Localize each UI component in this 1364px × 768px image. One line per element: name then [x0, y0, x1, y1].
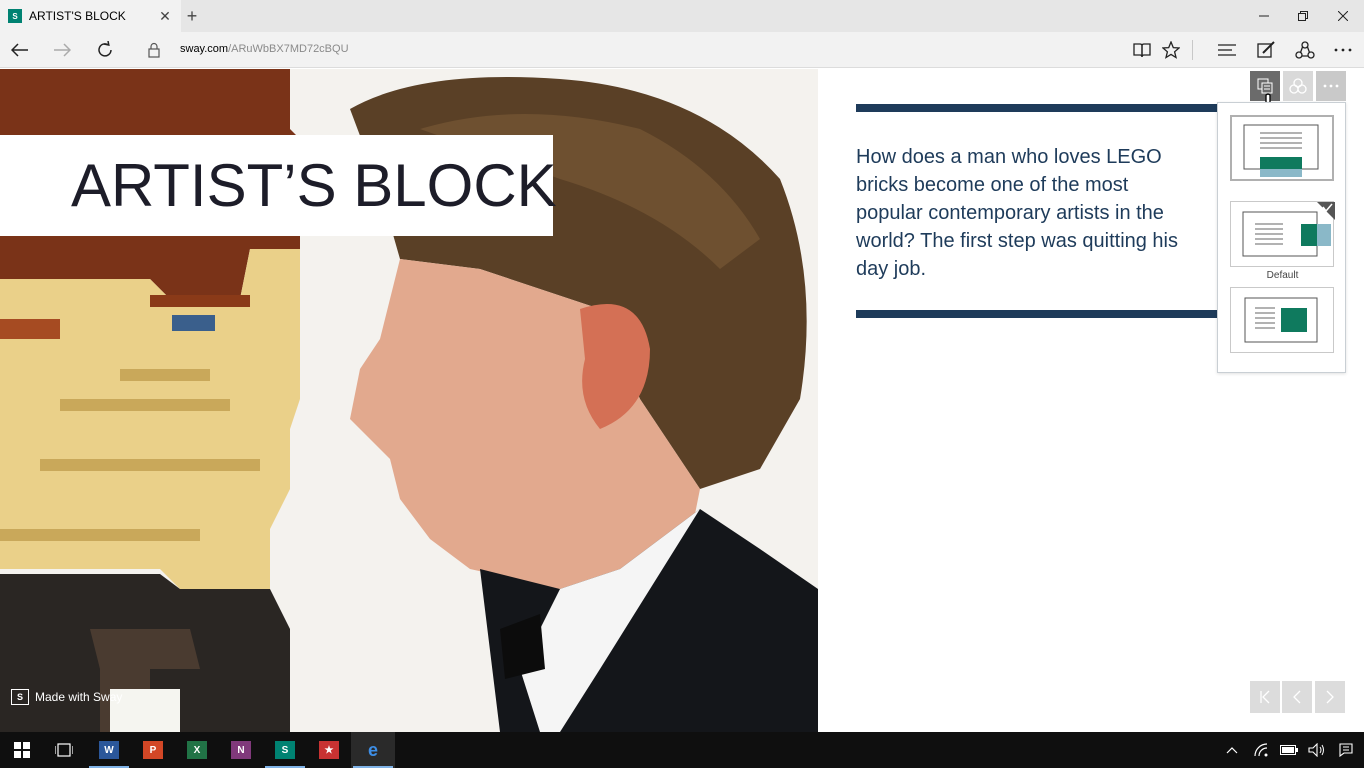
- layout-icon: [1257, 78, 1273, 94]
- windows-taskbar: W P X N S ★ e: [0, 732, 1364, 768]
- word-icon: W: [99, 741, 119, 759]
- powerpoint-icon: P: [143, 741, 163, 759]
- design-more-button[interactable]: [1316, 71, 1346, 101]
- more-button[interactable]: [1326, 32, 1360, 68]
- hero-image: ARTIST’S BLOCK S Made with Sway: [0, 69, 818, 732]
- tab-bar: S ARTIST'S BLOCK ✕ +: [0, 0, 1364, 32]
- forward-button[interactable]: [42, 32, 82, 68]
- refresh-icon: [98, 41, 112, 57]
- default-layout-icon: [1242, 202, 1335, 257]
- task-view-button[interactable]: [42, 732, 86, 768]
- default-layout-label: Default: [1266, 270, 1299, 281]
- tab-title: ARTIST'S BLOCK: [29, 9, 126, 23]
- back-arrow-icon: [11, 43, 28, 57]
- hub-icon: [1218, 44, 1236, 56]
- network-button[interactable]: [1247, 732, 1275, 768]
- theme-button[interactable]: [1283, 71, 1313, 101]
- excel-icon: X: [187, 741, 207, 759]
- favorite-button[interactable]: [1154, 32, 1188, 68]
- edge-icon: e: [367, 739, 378, 760]
- layout-option-inset[interactable]: [1230, 287, 1334, 353]
- made-with-sway-badge[interactable]: S Made with Sway: [11, 689, 122, 705]
- refresh-button[interactable]: [85, 32, 125, 68]
- sway-favicon-icon: S: [8, 9, 22, 23]
- restore-button[interactable]: [1281, 0, 1325, 32]
- hub-button[interactable]: [1210, 32, 1244, 68]
- address-bar: sway.com/ARuWbBX7MD72cBQU: [0, 32, 1364, 68]
- share-icon: [1295, 41, 1315, 59]
- close-window-button[interactable]: [1321, 0, 1364, 32]
- new-tab-button[interactable]: +: [181, 0, 203, 32]
- next-page-icon: [1326, 690, 1334, 704]
- layout-options-panel: Default: [1217, 102, 1346, 373]
- browser-tab[interactable]: S ARTIST'S BLOCK ✕: [0, 0, 181, 32]
- tab-close-button[interactable]: ✕: [155, 8, 175, 25]
- wifi-icon: [1254, 743, 1268, 757]
- more-icon: [1334, 48, 1352, 52]
- url-path: /ARuWbBX7MD72cBQU: [228, 43, 349, 55]
- pinned-app-icon: ★: [319, 741, 339, 759]
- stacked-layout-icon: [1243, 124, 1319, 177]
- web-note-button[interactable]: [1249, 32, 1283, 68]
- next-page-button[interactable]: [1315, 681, 1345, 713]
- battery-icon: [1280, 745, 1298, 755]
- taskbar-pinned-app[interactable]: ★: [307, 732, 351, 768]
- sway-icon: S: [275, 741, 295, 759]
- taskbar-word[interactable]: W: [87, 732, 131, 768]
- first-page-icon: [1260, 690, 1270, 704]
- intro-paragraph: How does a man who loves LEGO bricks bec…: [856, 146, 1179, 280]
- volume-icon: [1308, 743, 1324, 757]
- start-icon: [14, 742, 30, 758]
- close-icon: [1338, 11, 1348, 21]
- show-hidden-icons-button[interactable]: [1218, 732, 1246, 768]
- theme-icon: [1289, 78, 1307, 94]
- previous-page-icon: [1293, 690, 1301, 704]
- back-button[interactable]: [0, 32, 40, 68]
- minimize-icon: [1259, 15, 1269, 17]
- onenote-icon: N: [231, 741, 251, 759]
- battery-button[interactable]: [1275, 732, 1303, 768]
- taskbar-edge[interactable]: e: [351, 732, 395, 768]
- reading-view-icon: [1133, 43, 1151, 58]
- volume-button[interactable]: [1303, 732, 1331, 768]
- action-center-button[interactable]: [1332, 732, 1360, 768]
- previous-page-button[interactable]: [1282, 681, 1312, 713]
- toolbar-divider: [1192, 40, 1193, 60]
- title-card: ARTIST’S BLOCK: [0, 135, 557, 236]
- accent-rule-bottom: [856, 310, 1218, 318]
- url-field[interactable]: sway.com/ARuWbBX7MD72cBQU: [180, 43, 349, 55]
- sway-logo-icon: S: [11, 689, 29, 705]
- restore-icon: [1298, 11, 1308, 21]
- lock-icon: [148, 42, 160, 58]
- taskbar-onenote[interactable]: N: [219, 732, 263, 768]
- forward-arrow-icon: [54, 43, 71, 57]
- layout-option-stacked[interactable]: [1230, 115, 1334, 181]
- chevron-up-icon: [1226, 747, 1238, 754]
- layout-option-default[interactable]: [1230, 201, 1335, 267]
- first-page-button[interactable]: [1250, 681, 1280, 713]
- accent-rule-top: [856, 104, 1218, 112]
- page-title: ARTIST’S BLOCK: [71, 152, 557, 219]
- share-button[interactable]: [1288, 32, 1322, 68]
- favorite-star-icon: [1162, 41, 1180, 59]
- inset-layout-icon: [1244, 297, 1318, 343]
- action-center-icon: [1339, 743, 1353, 757]
- taskbar-powerpoint[interactable]: P: [131, 732, 175, 768]
- web-note-icon: [1257, 41, 1275, 58]
- taskbar-sway[interactable]: S: [263, 732, 307, 768]
- task-view-icon: [55, 743, 73, 757]
- minimize-button[interactable]: [1242, 0, 1286, 32]
- taskbar-excel[interactable]: X: [175, 732, 219, 768]
- more-icon: [1323, 84, 1339, 88]
- start-button[interactable]: [0, 732, 44, 768]
- made-with-label: Made with Sway: [35, 690, 123, 704]
- sway-canvas: ARTIST’S BLOCK S Made with Sway How does…: [0, 69, 1364, 732]
- url-host: sway.com: [180, 43, 229, 55]
